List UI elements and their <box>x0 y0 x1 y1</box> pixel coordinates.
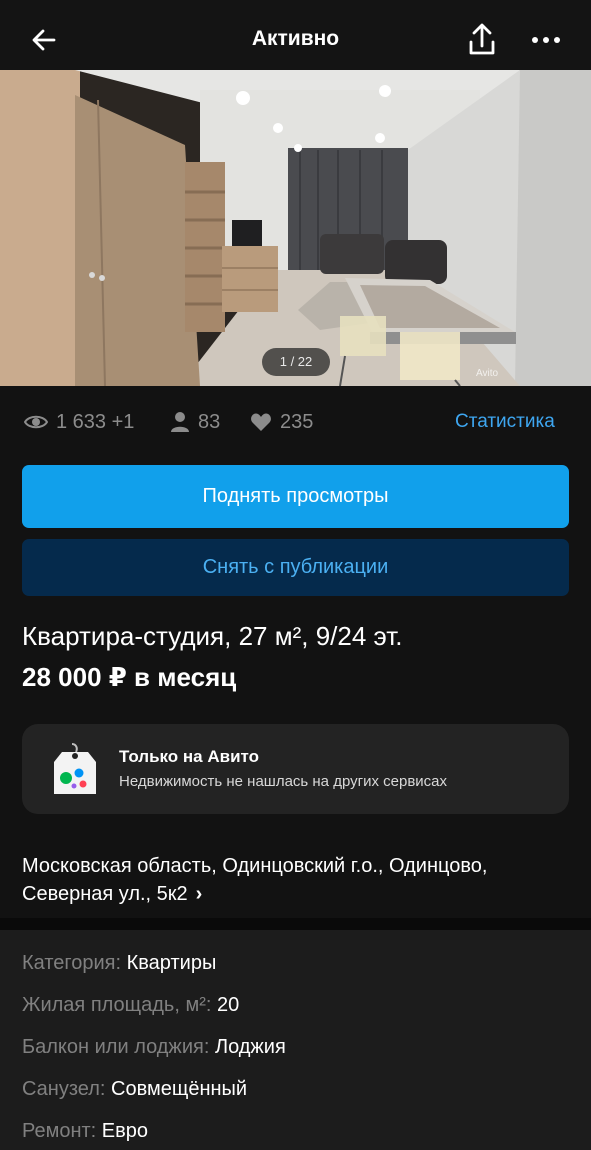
detail-row: Санузел: Совмещённый <box>22 1078 247 1101</box>
eye-icon <box>24 415 48 429</box>
detail-value: Квартиры <box>126 952 217 974</box>
detail-value: Евро <box>101 1120 148 1142</box>
detail-label: Жилая площадь, м²: <box>22 994 212 1016</box>
detail-label: Ремонт: <box>22 1120 97 1142</box>
more-dots-icon <box>532 37 560 43</box>
stats-row: 1 633 +1 83 235 Статистика <box>0 400 591 444</box>
detail-row: Балкон или лоджия: Лоджия <box>22 1036 286 1059</box>
detail-value: 20 <box>216 994 240 1016</box>
raise-views-button[interactable]: Поднять просмотры <box>22 465 569 528</box>
favorites-count: 235 <box>280 410 314 433</box>
person-icon <box>171 412 189 432</box>
contacts-count: 83 <box>198 410 221 433</box>
page-title: Активно <box>251 27 340 50</box>
unpublish-button[interactable]: Снять с публикации <box>22 539 569 596</box>
promo-subtitle: Недвижимость не нашлась на других сервис… <box>119 773 448 790</box>
listing-price: 28 000 ₽ в месяц <box>22 662 237 692</box>
share-upload-icon <box>469 23 495 55</box>
address-line-2-row: Северная ул., 5к2 › <box>22 880 572 908</box>
detail-row: Жилая площадь, м²: 20 <box>22 994 239 1017</box>
detail-value: Лоджия <box>214 1036 286 1058</box>
detail-label: Категория: <box>22 952 122 974</box>
detail-label: Санузел: <box>22 1078 106 1100</box>
share-button[interactable] <box>462 20 502 60</box>
detail-row: Категория: Квартиры <box>22 952 216 975</box>
statistics-link[interactable]: Статистика <box>455 411 555 433</box>
views-count: 1 633 +1 <box>56 410 135 433</box>
more-options-button[interactable] <box>526 22 566 58</box>
heart-icon <box>251 413 271 431</box>
detail-value: Совмещённый <box>111 1078 248 1100</box>
top-bar: Активно <box>0 0 591 70</box>
only-on-avito-card[interactable]: Только на Авито Недвижимость не нашлась … <box>22 724 569 814</box>
detail-row: Ремонт: Евро <box>22 1120 148 1143</box>
favorites-stat: 235 <box>250 408 313 436</box>
chevron-right-icon: › <box>195 883 203 905</box>
detail-label: Балкон или лоджия: <box>22 1036 210 1058</box>
details-section: Категория: Квартиры Жилая площадь, м²: 2… <box>0 930 591 1150</box>
apartment-photo <box>0 70 591 386</box>
photo-watermark: Avito <box>476 368 499 379</box>
photo-counter: 1 / 22 <box>262 348 330 376</box>
promo-title: Только на Авито <box>119 747 260 766</box>
contacts-stat: 83 <box>170 408 220 436</box>
avito-badge-icon <box>54 743 96 794</box>
views-stat: 1 633 +1 <box>24 408 134 436</box>
address-link[interactable]: Московская область, Одинцовский г.о., Од… <box>22 852 572 908</box>
photo-gallery[interactable] <box>0 70 591 386</box>
listing-title: Квартира-студия, 27 м², 9/24 эт. <box>22 621 403 651</box>
address-line-1: Московская область, Одинцовский г.о., Од… <box>22 855 488 877</box>
address-line-2: Северная ул., 5к2 <box>22 883 188 905</box>
section-divider <box>0 918 591 930</box>
